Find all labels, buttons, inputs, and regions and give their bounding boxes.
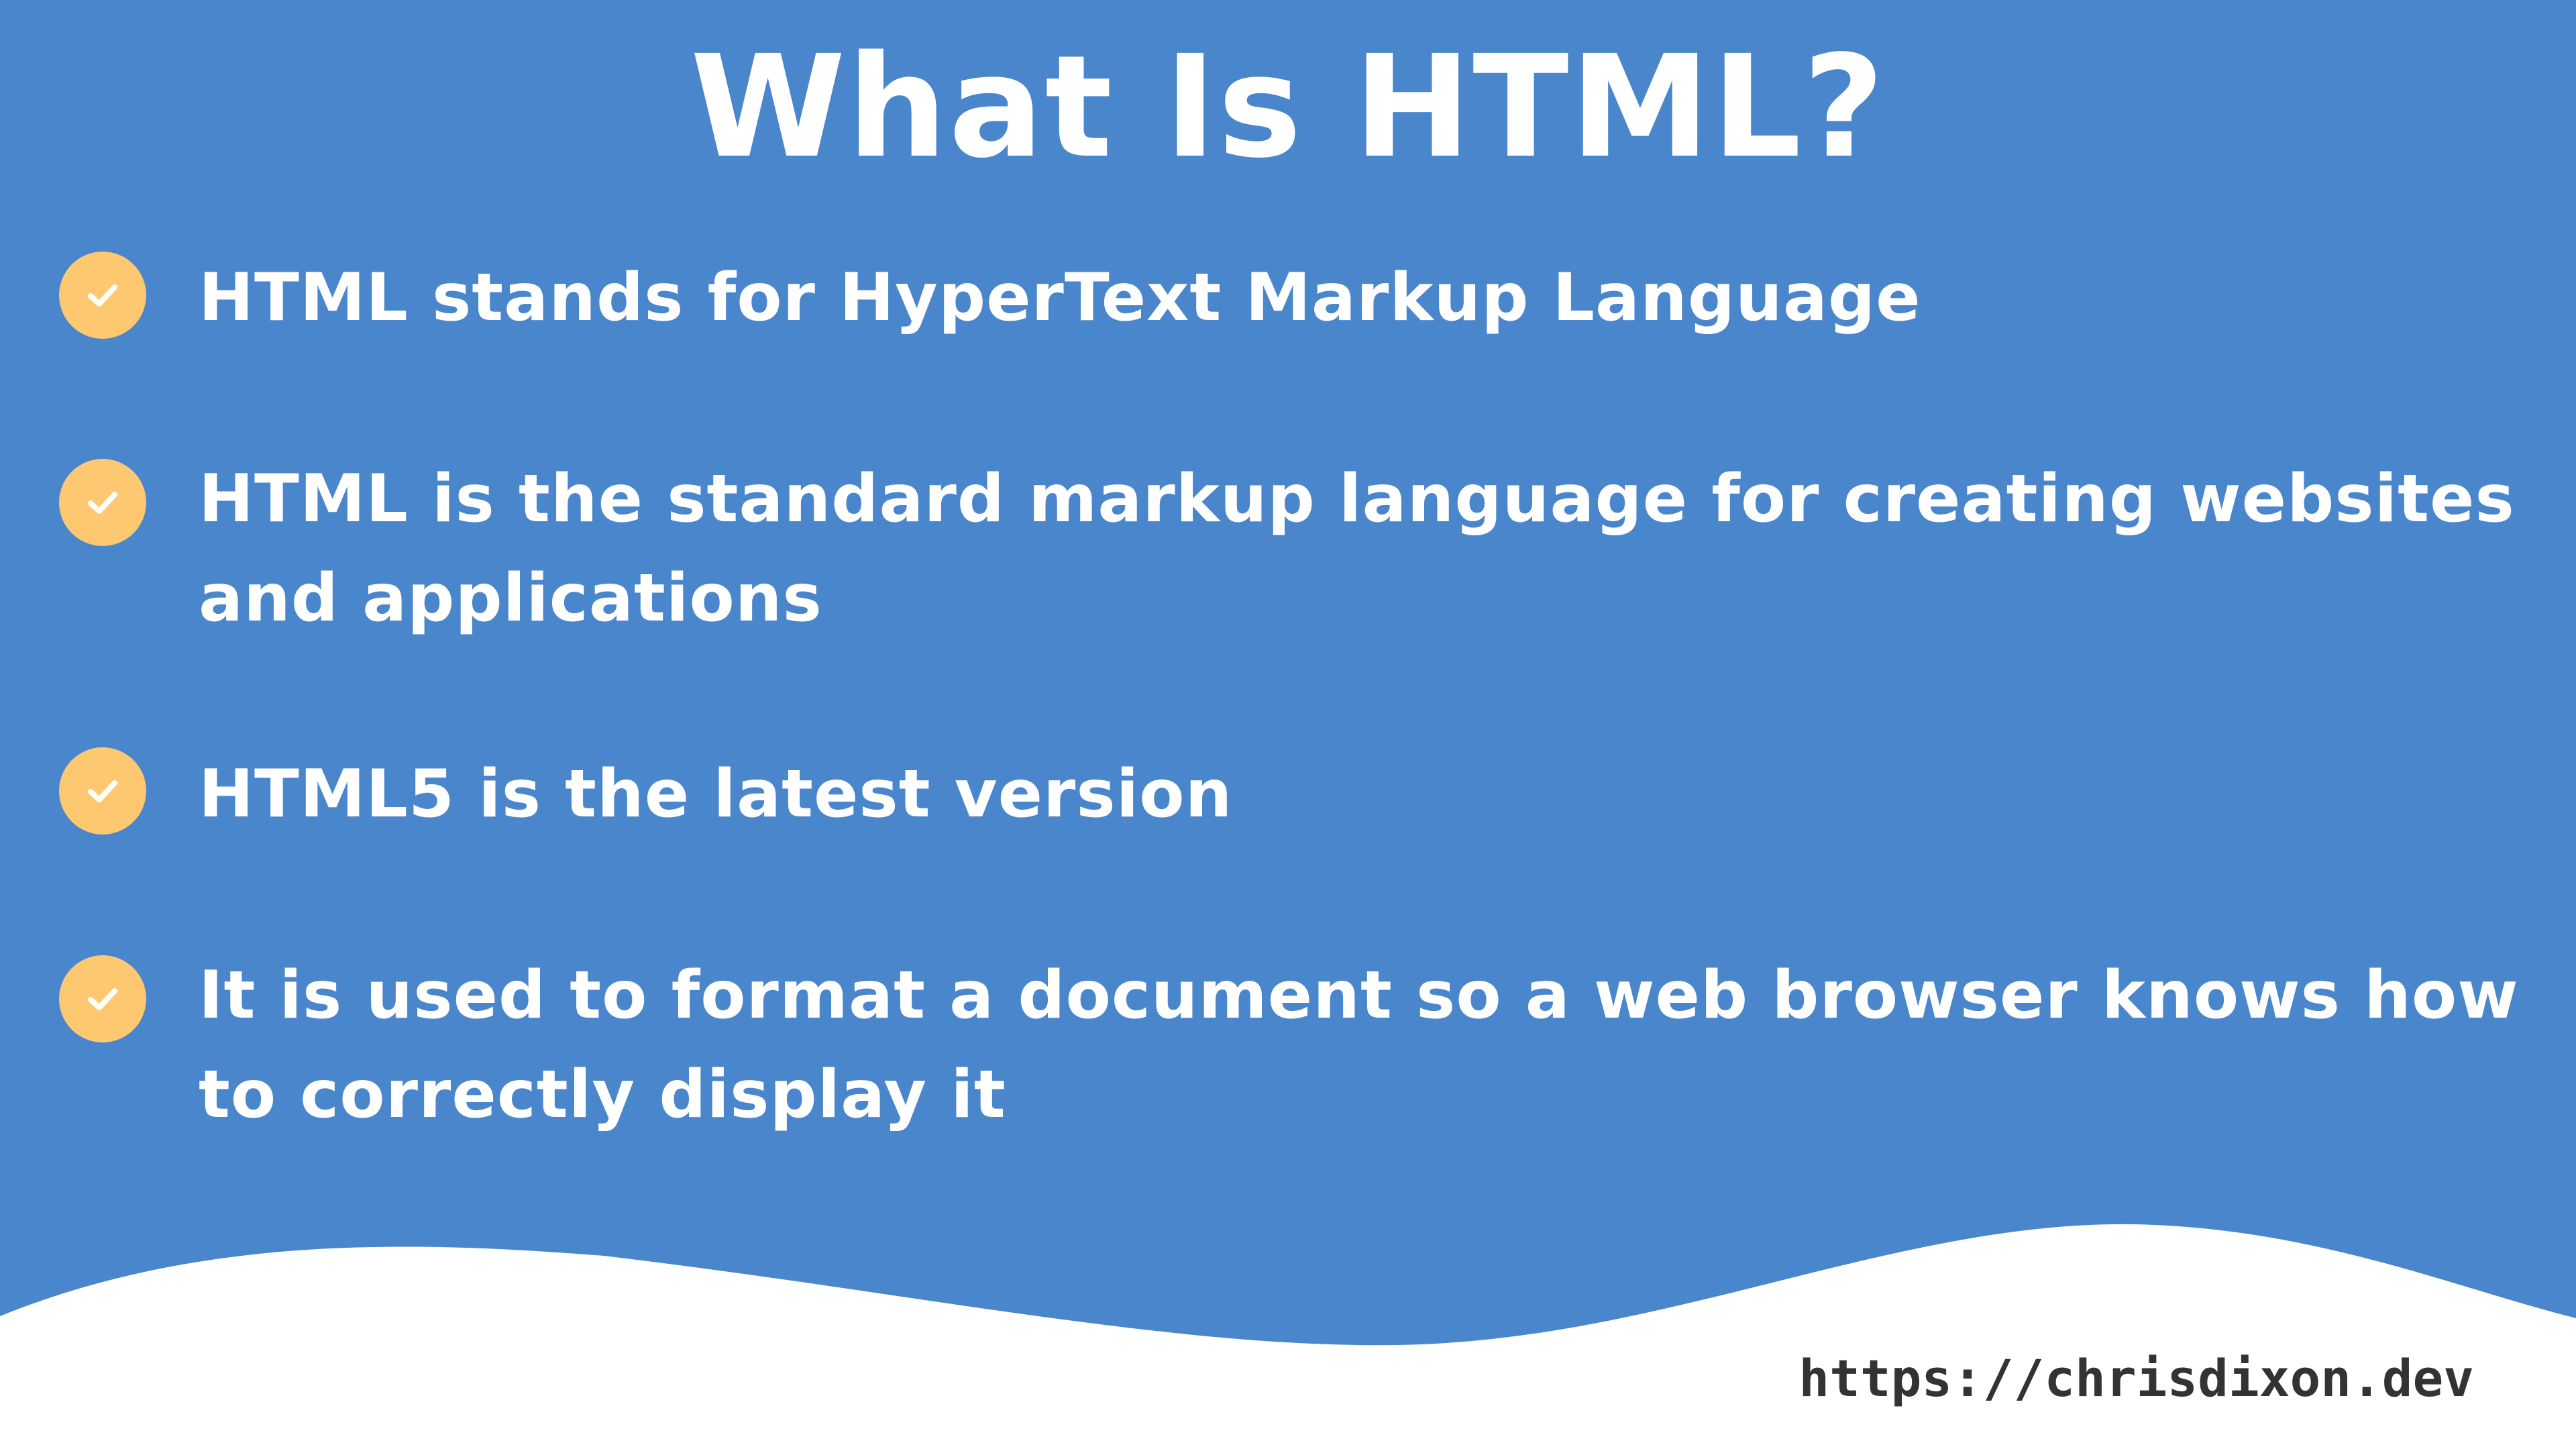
footer-url: https://chrisdixon.dev <box>1799 1348 2474 1408</box>
bottom-wave <box>0 1224 2576 1449</box>
slide: What Is HTML? HTML stands for HyperText … <box>0 0 2576 1449</box>
